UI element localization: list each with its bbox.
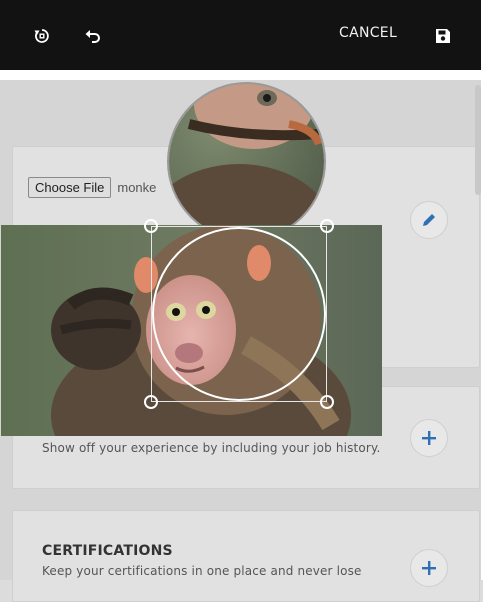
add-certification-button[interactable] bbox=[410, 549, 448, 587]
crop-handle-bottom-right[interactable] bbox=[320, 395, 334, 409]
undo-icon bbox=[85, 30, 100, 43]
add-experience-button[interactable] bbox=[410, 419, 448, 457]
selected-file-name: monke bbox=[117, 180, 157, 195]
undo-button[interactable] bbox=[79, 22, 107, 50]
monkey-preview-image bbox=[169, 84, 324, 239]
crop-handle-bottom-left[interactable] bbox=[144, 395, 158, 409]
certifications-description: Keep your certifications in one place an… bbox=[42, 564, 362, 578]
plus-icon bbox=[422, 431, 436, 445]
rotate-button[interactable] bbox=[28, 22, 56, 50]
toolbar-divider bbox=[0, 70, 481, 80]
file-upload-row: Choose File monke bbox=[28, 177, 156, 198]
save-icon bbox=[436, 29, 450, 43]
choose-file-button[interactable]: Choose File bbox=[28, 177, 112, 198]
experience-description: Show off your experience by including yo… bbox=[42, 441, 381, 455]
certifications-title: CERTIFICATIONS bbox=[42, 543, 173, 559]
plus-icon bbox=[422, 561, 436, 575]
editor-toolbar: CANCEL bbox=[0, 0, 481, 70]
crop-circle bbox=[152, 227, 326, 401]
crop-handle-top-left[interactable] bbox=[144, 219, 158, 233]
save-button[interactable] bbox=[429, 22, 457, 50]
avatar-preview bbox=[167, 82, 326, 241]
crop-selection[interactable] bbox=[144, 219, 334, 409]
edit-photo-button[interactable] bbox=[410, 201, 448, 239]
rotate-icon bbox=[34, 29, 49, 43]
crop-handle-top-right[interactable] bbox=[320, 219, 334, 233]
pencil-icon bbox=[423, 214, 435, 226]
cancel-button[interactable]: CANCEL bbox=[339, 25, 397, 41]
